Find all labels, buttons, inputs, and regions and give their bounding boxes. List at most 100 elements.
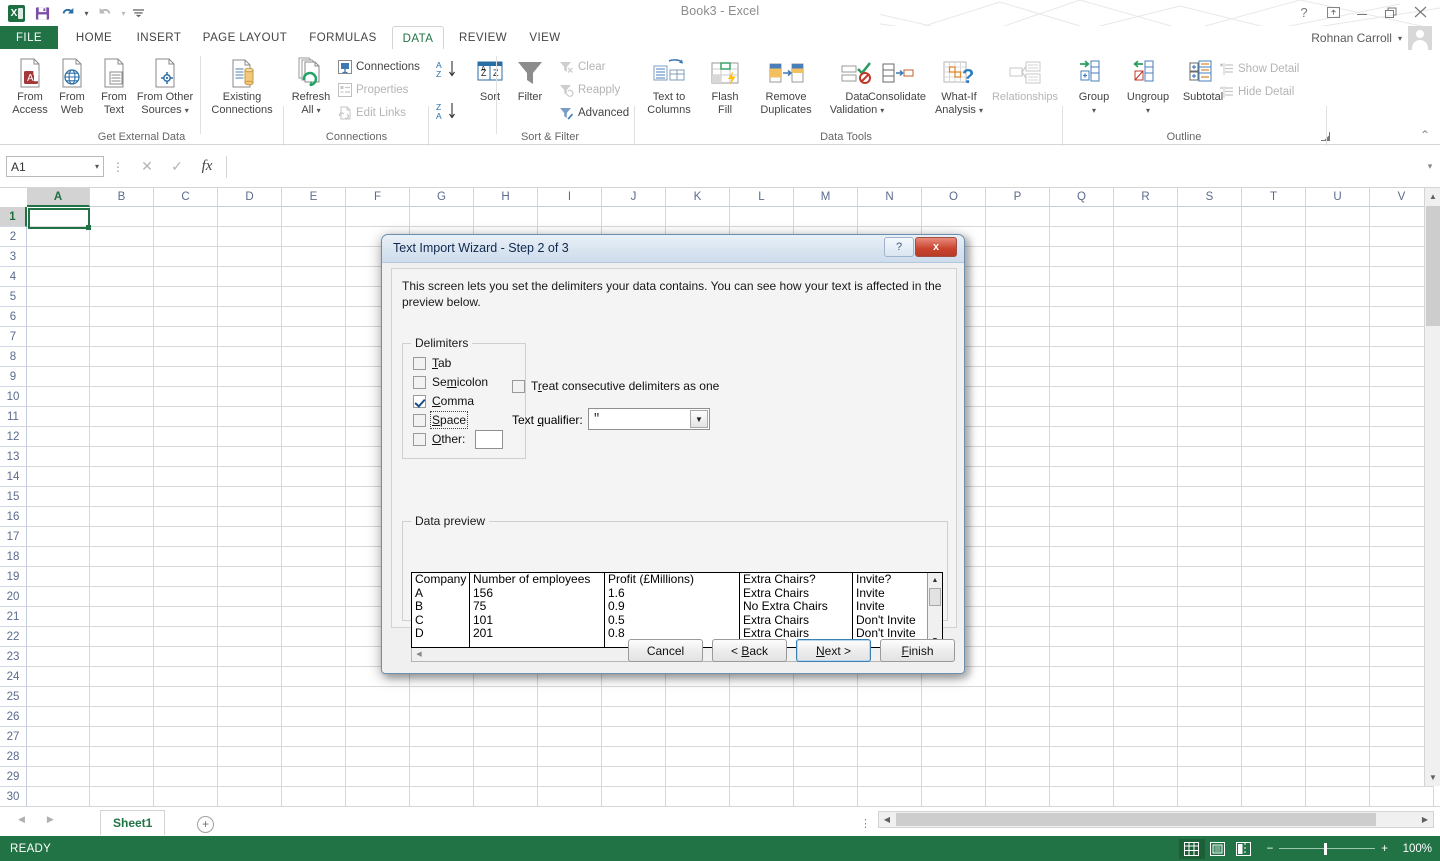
cell-R11[interactable]: [1114, 407, 1178, 427]
column-headers[interactable]: ABCDEFGHIJKLMNOPQRSTUV: [0, 188, 1440, 207]
cell-P30[interactable]: [986, 787, 1050, 806]
cell-D24[interactable]: [218, 667, 282, 687]
cell-I25[interactable]: [538, 687, 602, 707]
scroll-right-icon[interactable]: ▶: [1417, 812, 1433, 827]
cell-R5[interactable]: [1114, 287, 1178, 307]
cell-N25[interactable]: [858, 687, 922, 707]
cell-C15[interactable]: [154, 487, 218, 507]
column-header-K[interactable]: K: [666, 188, 730, 207]
flash-fill-button[interactable]: Flash Fill: [702, 54, 748, 116]
cell-J26[interactable]: [602, 707, 666, 727]
vertical-scroll-thumb[interactable]: [1426, 206, 1440, 326]
cell-E11[interactable]: [282, 407, 346, 427]
row-header-29[interactable]: 29: [0, 767, 27, 787]
cell-E29[interactable]: [282, 767, 346, 787]
cell-Q17[interactable]: [1050, 527, 1114, 547]
cell-C17[interactable]: [154, 527, 218, 547]
cell-A23[interactable]: [27, 647, 90, 667]
user-menu-caret-icon[interactable]: ▾: [1398, 34, 1402, 43]
cell-L25[interactable]: [730, 687, 794, 707]
cell-E28[interactable]: [282, 747, 346, 767]
cell-C5[interactable]: [154, 287, 218, 307]
cell-G29[interactable]: [410, 767, 474, 787]
column-header-H[interactable]: H: [474, 188, 538, 207]
cell-U7[interactable]: [1306, 327, 1370, 347]
row-header-17[interactable]: 17: [0, 527, 27, 547]
cell-U22[interactable]: [1306, 627, 1370, 647]
horizontal-split-handle[interactable]: ⋮: [860, 817, 873, 830]
cell-C3[interactable]: [154, 247, 218, 267]
sort-za-button[interactable]: ZA: [434, 100, 460, 122]
status-bar-right[interactable]: − + 100%: [1178, 838, 1432, 859]
cell-U29[interactable]: [1306, 767, 1370, 787]
cell-E15[interactable]: [282, 487, 346, 507]
text-qualifier-combo[interactable]: " ▼: [588, 408, 710, 430]
cell-R13[interactable]: [1114, 447, 1178, 467]
horizontal-scrollbar[interactable]: ◀ ▶: [878, 811, 1434, 828]
cell-E18[interactable]: [282, 547, 346, 567]
cell-M30[interactable]: [794, 787, 858, 806]
cell-A17[interactable]: [27, 527, 90, 547]
cell-B2[interactable]: [90, 227, 154, 247]
cell-L26[interactable]: [730, 707, 794, 727]
cell-C16[interactable]: [154, 507, 218, 527]
tab-insert[interactable]: INSERT: [128, 26, 190, 50]
cell-R7[interactable]: [1114, 327, 1178, 347]
cell-B14[interactable]: [90, 467, 154, 487]
cell-C13[interactable]: [154, 447, 218, 467]
cell-A16[interactable]: [27, 507, 90, 527]
cell-S17[interactable]: [1178, 527, 1242, 547]
cell-G28[interactable]: [410, 747, 474, 767]
cell-T14[interactable]: [1242, 467, 1306, 487]
column-header-M[interactable]: M: [794, 188, 858, 207]
ribbon-tab-bar[interactable]: FILE HOME INSERT PAGE LAYOUT FORMULAS DA…: [0, 26, 1440, 51]
cell-Q15[interactable]: [1050, 487, 1114, 507]
cell-S2[interactable]: [1178, 227, 1242, 247]
cell-T29[interactable]: [1242, 767, 1306, 787]
cell-Q30[interactable]: [1050, 787, 1114, 806]
cell-E23[interactable]: [282, 647, 346, 667]
restore-icon[interactable]: [1377, 2, 1405, 22]
cell-S13[interactable]: [1178, 447, 1242, 467]
tab-review[interactable]: REVIEW: [452, 26, 514, 50]
cell-Q23[interactable]: [1050, 647, 1114, 667]
cell-T9[interactable]: [1242, 367, 1306, 387]
cell-U3[interactable]: [1306, 247, 1370, 267]
cell-R2[interactable]: [1114, 227, 1178, 247]
cell-S25[interactable]: [1178, 687, 1242, 707]
tab-view[interactable]: VIEW: [520, 26, 570, 50]
cell-S14[interactable]: [1178, 467, 1242, 487]
cell-T7[interactable]: [1242, 327, 1306, 347]
cell-Q24[interactable]: [1050, 667, 1114, 687]
column-header-P[interactable]: P: [986, 188, 1050, 207]
cell-T23[interactable]: [1242, 647, 1306, 667]
tab-file[interactable]: FILE: [0, 26, 58, 50]
cell-V30[interactable]: [1370, 787, 1434, 806]
tab-home[interactable]: HOME: [62, 26, 126, 50]
row-header-21[interactable]: 21: [0, 607, 27, 627]
cell-S28[interactable]: [1178, 747, 1242, 767]
page-break-preview-icon[interactable]: [1231, 839, 1257, 859]
row-header-27[interactable]: 27: [0, 727, 27, 747]
cell-S23[interactable]: [1178, 647, 1242, 667]
cell-I1[interactable]: [538, 207, 602, 227]
cell-B3[interactable]: [90, 247, 154, 267]
cell-E14[interactable]: [282, 467, 346, 487]
cell-T27[interactable]: [1242, 727, 1306, 747]
hide-detail-button[interactable]: Hide Detail: [1216, 81, 1297, 103]
cell-T8[interactable]: [1242, 347, 1306, 367]
clear-filter-button[interactable]: Clear: [556, 56, 608, 78]
cell-K25[interactable]: [666, 687, 730, 707]
cell-E4[interactable]: [282, 267, 346, 287]
cell-B22[interactable]: [90, 627, 154, 647]
cell-U8[interactable]: [1306, 347, 1370, 367]
cell-N1[interactable]: [858, 207, 922, 227]
cell-C18[interactable]: [154, 547, 218, 567]
cell-I30[interactable]: [538, 787, 602, 806]
row-header-30[interactable]: 30: [0, 787, 27, 807]
cell-A9[interactable]: [27, 367, 90, 387]
formula-input[interactable]: [226, 155, 1420, 178]
cell-L28[interactable]: [730, 747, 794, 767]
cell-P24[interactable]: [986, 667, 1050, 687]
cell-B28[interactable]: [90, 747, 154, 767]
